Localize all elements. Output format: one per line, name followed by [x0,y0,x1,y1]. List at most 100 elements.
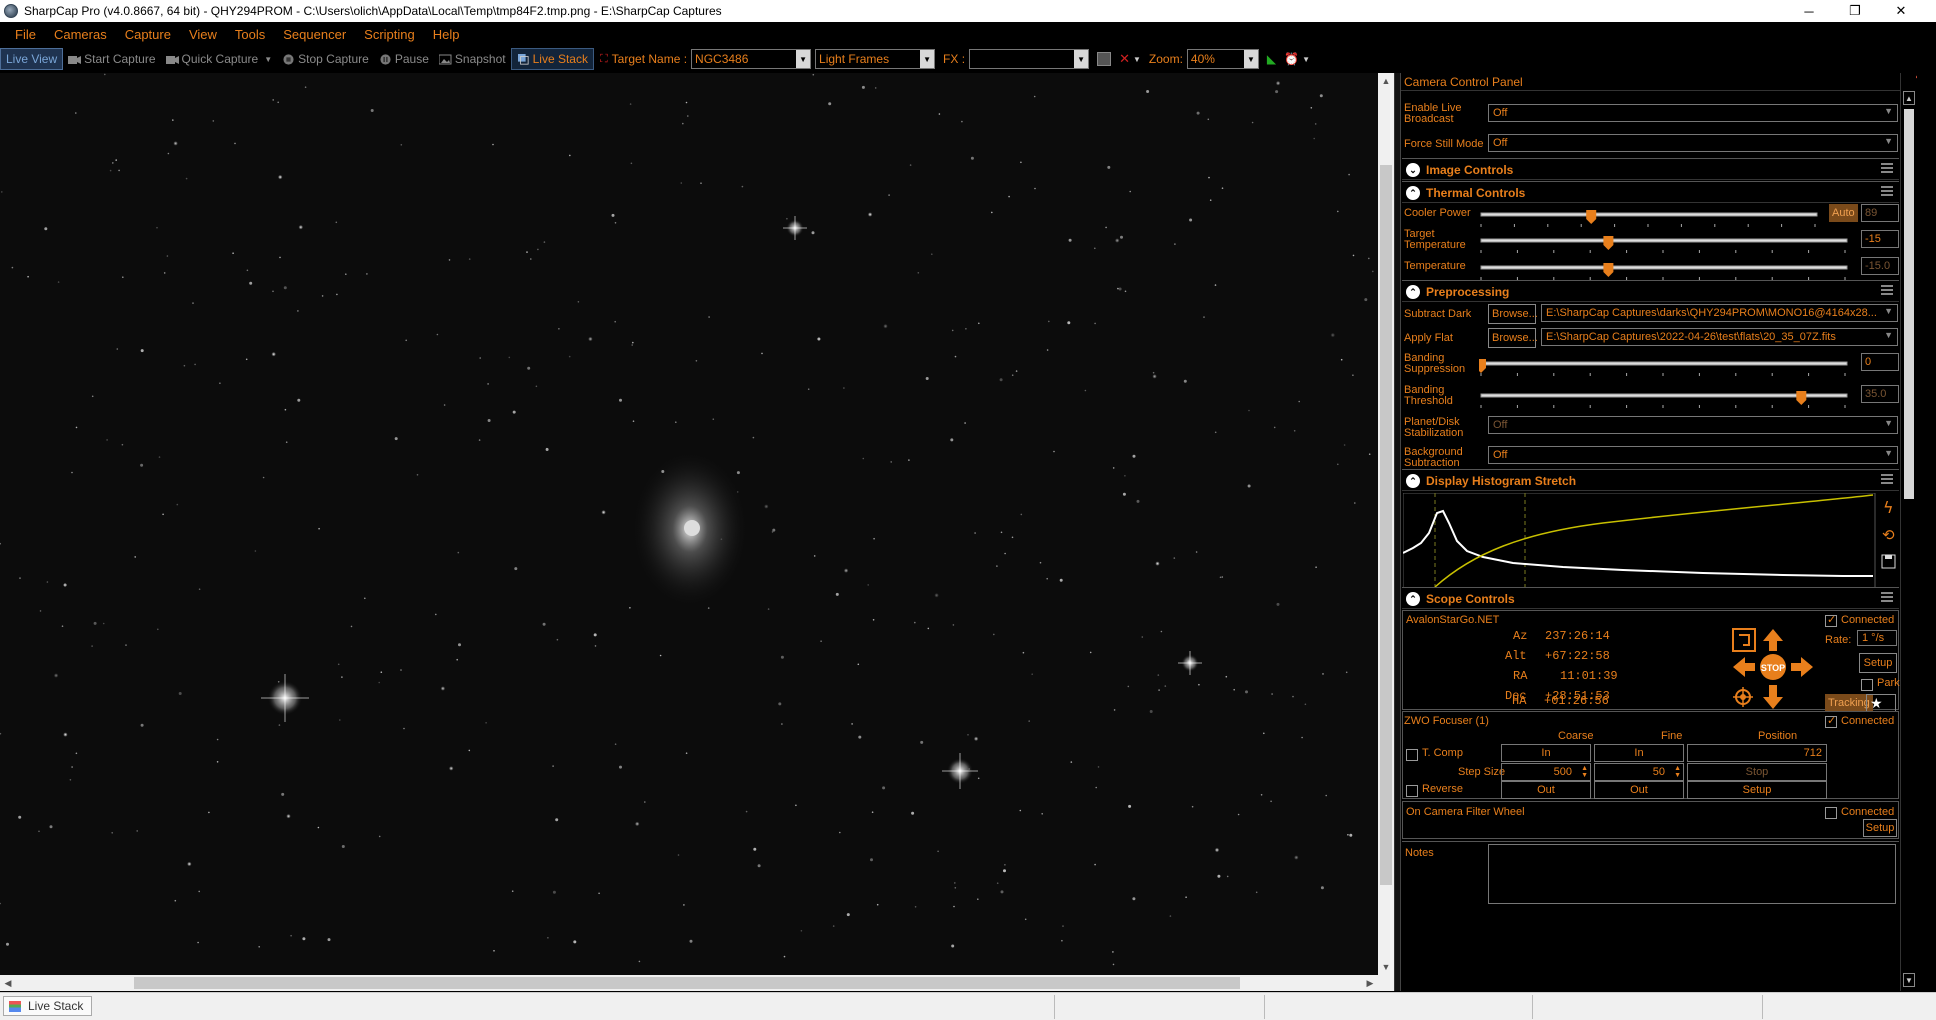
viewer-vertical-scrollbar[interactable]: ▲ ▼ [1378,73,1394,975]
scope-controls-section[interactable]: ⌃ Scope Controls [1402,587,1899,609]
scroll-thumb[interactable] [1904,109,1914,499]
banding-suppression-slider[interactable] [1476,359,1849,379]
stop-capture-button[interactable]: Stop Capture [277,48,374,70]
reverse-checkbox[interactable] [1406,785,1418,797]
section-menu-icon[interactable] [1881,592,1893,602]
banding-suppression-value[interactable]: 0 [1861,353,1899,371]
minimize-button[interactable]: ─ [1786,0,1832,22]
coarse-step-input[interactable]: 500 ▲ ▼ [1501,763,1591,781]
cooler-power-slider[interactable] [1479,210,1819,230]
fine-in-button[interactable]: In [1594,744,1684,762]
spinner-icon[interactable]: ▲ ▼ [1581,765,1588,779]
scroll-up-icon[interactable]: ▲ [1378,73,1394,89]
crosshair-icon[interactable]: ✕ [1119,51,1130,67]
cooler-power-auto-button[interactable]: Auto [1829,204,1858,222]
image-viewer[interactable] [0,73,1378,975]
force-still-mode-select[interactable]: Off ▼ [1488,134,1898,152]
target-name-combo[interactable]: NGC3486 ▼ [691,49,812,69]
preprocessing-section[interactable]: ⌃ Preprocessing [1402,280,1899,302]
collapse-icon[interactable]: ⌃ [1406,474,1420,488]
live-view-button[interactable]: Live View [0,48,64,70]
collapse-icon[interactable]: ⌃ [1406,285,1420,299]
expand-icon[interactable]: ⌄ [1406,163,1420,177]
scroll-left-icon[interactable]: ◀ [0,975,16,991]
start-capture-button[interactable]: Start Capture [63,48,160,70]
position-value[interactable]: 712 [1687,744,1827,762]
subtract-dark-browse-button[interactable]: Browse... [1488,304,1538,324]
section-menu-icon[interactable] [1881,474,1893,484]
menu-help[interactable]: Help [424,27,469,42]
menu-scripting[interactable]: Scripting [355,27,424,42]
scroll-right-icon[interactable]: ▶ [1362,975,1378,991]
apply-flat-browse-button[interactable]: Browse... [1488,328,1538,348]
target-temperature-slider[interactable] [1479,236,1849,256]
scroll-thumb[interactable] [134,977,1240,989]
alarm-icon[interactable]: ⏰ [1284,52,1299,66]
banding-threshold-slider[interactable] [1479,391,1849,411]
subtract-dark-select[interactable]: E:\SharpCap Captures\darks\QHY294PROM\MO… [1541,304,1898,322]
enable-live-broadcast-select[interactable]: Off ▼ [1488,104,1898,122]
star [569,154,571,157]
zoom-combo[interactable]: 40% ▼ [1186,49,1259,69]
apply-flat-select[interactable]: E:\SharpCap Captures\2022-04-26\test\fla… [1541,328,1898,346]
menu-capture[interactable]: Capture [116,27,180,42]
section-menu-icon[interactable] [1881,163,1893,173]
display-histogram-section[interactable]: ⌃ Display Histogram Stretch [1402,469,1899,491]
notes-textarea[interactable] [1488,844,1896,904]
mount-connected-checkbox[interactable] [1825,613,1837,627]
scroll-thumb[interactable] [1380,165,1392,885]
focuser-connected-checkbox[interactable] [1825,714,1837,728]
filter-wheel-setup-button[interactable]: Setup [1863,819,1897,837]
close-button[interactable]: ✕ [1878,0,1924,22]
mount-setup-button[interactable]: Setup [1859,653,1897,673]
panel-scrollbar[interactable]: ▲ ▼ [1900,73,1916,991]
scroll-down-icon[interactable]: ▼ [1903,973,1915,987]
viewer-horizontal-scrollbar[interactable]: ◀ ▶ [0,975,1378,991]
menu-cameras[interactable]: Cameras [45,27,116,42]
frame-type-combo[interactable]: Light Frames ▼ [815,49,936,69]
coarse-in-button[interactable]: In [1501,744,1591,762]
collapse-icon[interactable]: ⌃ [1406,592,1420,606]
thermal-controls-section[interactable]: ⌃ Thermal Controls [1402,181,1899,203]
coarse-out-button[interactable]: Out [1501,781,1591,799]
menu-file[interactable]: File [6,27,45,42]
fine-out-button[interactable]: Out [1594,781,1684,799]
t-comp-checkbox[interactable] [1406,749,1418,761]
image-controls-section[interactable]: ⌄ Image Controls [1402,158,1899,180]
scroll-down-icon[interactable]: ▼ [1378,959,1394,975]
section-menu-icon[interactable] [1881,186,1893,196]
star-icon[interactable]: ★ [1866,694,1896,712]
menu-sequencer[interactable]: Sequencer [274,27,355,42]
scroll-up-icon[interactable]: ▲ [1903,91,1915,105]
section-menu-icon[interactable] [1881,285,1893,295]
fx-combo[interactable]: ▼ [969,49,1090,69]
focuser-setup-button[interactable]: Setup [1687,781,1827,799]
fine-step-input[interactable]: 50 ▲ ▼ [1594,763,1684,781]
park-checkbox[interactable] [1861,679,1873,691]
rate-select[interactable]: 1 °/s [1857,630,1897,646]
collapse-icon[interactable]: ⌃ [1406,186,1420,200]
menu-view[interactable]: View [180,27,226,42]
planet-disk-stabilization-select[interactable]: Off ▼ [1488,416,1898,434]
background-subtraction-select[interactable]: Off ▼ [1488,446,1898,464]
fx-settings-icon[interactable] [1097,52,1112,66]
histogram-icon[interactable]: ◣ [1267,52,1276,66]
maximize-button[interactable]: ❐ [1832,0,1878,22]
quick-capture-button[interactable]: Quick Capture ▼ [161,48,278,70]
spinner-icon[interactable]: ▲ ▼ [1674,765,1681,779]
histogram-chart[interactable]: ϟ ⟲ [1403,493,1900,591]
pause-button[interactable]: Pause [374,48,434,70]
reverse-label: Reverse [1422,783,1463,795]
snapshot-button[interactable]: Snapshot [434,48,511,70]
focuser-stop-button[interactable]: Stop [1687,763,1827,781]
menu-tools[interactable]: Tools [226,27,274,42]
direction-pad[interactable]: STOP [1731,627,1815,711]
star [601,509,607,515]
chevron-down-icon[interactable]: ▼ [1302,55,1310,64]
live-stack-tab[interactable]: Live Stack [3,996,93,1016]
live-stack-button[interactable]: Live Stack [510,48,594,70]
chevron-down-icon[interactable]: ▼ [264,55,272,64]
filter-wheel-connected-checkbox[interactable] [1825,807,1837,819]
chevron-down-icon[interactable]: ▼ [1133,55,1141,64]
target-temperature-value[interactable]: -15 [1861,230,1899,248]
